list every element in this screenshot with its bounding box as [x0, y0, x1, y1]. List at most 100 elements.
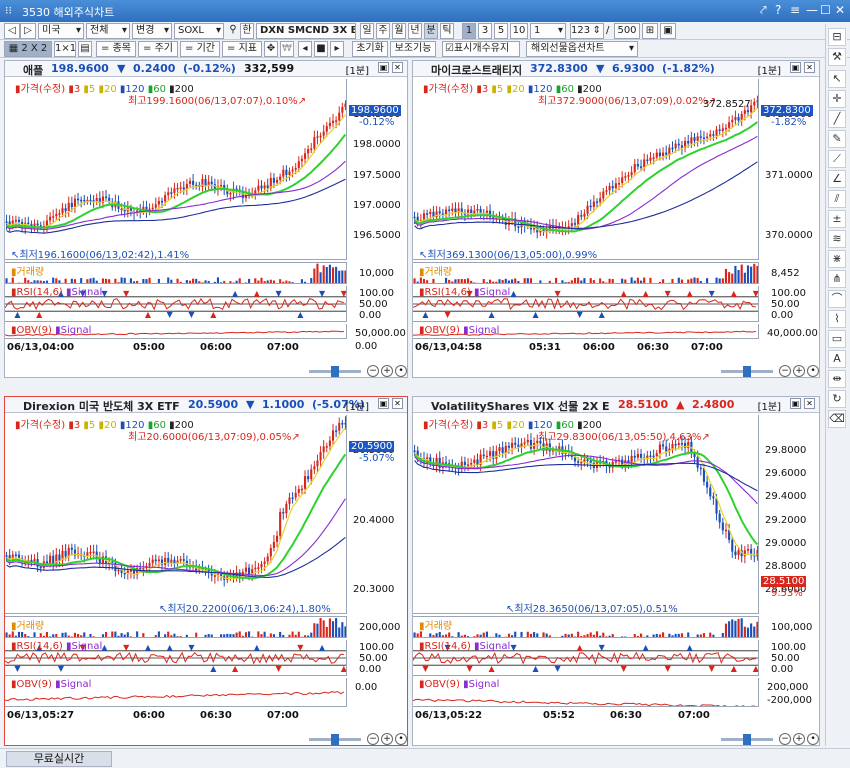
menu-indicator-button[interactable]: = 지표 — [222, 41, 262, 57]
zoom-in-icon[interactable]: + — [793, 733, 805, 745]
count-input[interactable]: 123 ⇕ — [570, 23, 604, 39]
assist-button[interactable]: 보조기능 — [390, 41, 436, 57]
crosshair-icon[interactable]: ✛ — [828, 90, 846, 108]
chart-panel[interactable]: 마이크로스트래티지 372.8300 ▼ 6.9300 (-1.82%) [1분… — [412, 60, 820, 378]
hline-icon[interactable]: ± — [828, 210, 846, 228]
zoom-in-icon[interactable]: + — [793, 365, 805, 377]
zoom-out-icon[interactable]: − — [367, 733, 379, 745]
zoom-in-icon[interactable]: + — [381, 365, 393, 377]
hangul-button[interactable]: 한 — [240, 23, 254, 39]
interval-5-button[interactable]: 5 — [494, 23, 508, 39]
price-chart[interactable] — [5, 415, 347, 614]
futures-chart-select[interactable]: 해외선물옵션차트 ▾ — [526, 41, 638, 57]
zoom-in-icon[interactable]: + — [381, 733, 393, 745]
arrange-icon[interactable]: ▤ — [78, 41, 92, 57]
period-monthly-button[interactable]: 월 — [392, 23, 406, 39]
angle-icon[interactable]: ∠ — [828, 170, 846, 188]
interval-select[interactable]: 1 ▾ — [530, 23, 566, 39]
scroll-left-button[interactable]: ◂ — [298, 41, 312, 57]
filter-select[interactable]: 전체 ▾ — [86, 23, 130, 39]
cycle-icon[interactable]: ⌇ — [828, 310, 846, 328]
fibo-icon[interactable]: ≋ — [828, 230, 846, 248]
volume-chart[interactable] — [413, 616, 759, 638]
period-tick-button[interactable]: 틱 — [440, 23, 454, 39]
period-minute-button[interactable]: 분 — [424, 23, 438, 39]
volume-chart[interactable] — [5, 616, 347, 638]
rect-icon[interactable]: ▭ — [828, 330, 846, 348]
zoom-slider-thumb[interactable] — [743, 734, 751, 745]
market-select[interactable]: 미국 ▾ — [38, 23, 84, 39]
all-tools-icon[interactable]: ⊟ — [828, 28, 846, 46]
channel-icon[interactable]: ⫽ — [828, 190, 846, 208]
price-chart[interactable] — [5, 79, 347, 260]
link-icon[interactable]: ⤤ — [760, 3, 767, 18]
maximize-icon[interactable]: ☐ — [820, 3, 831, 17]
realtime-tab[interactable]: 무료실시간 — [6, 751, 112, 767]
zoom-reset-icon[interactable]: • — [395, 733, 407, 745]
change-select[interactable]: 변경 ▾ — [132, 23, 172, 39]
panel-close-icon[interactable]: ✕ — [392, 398, 403, 409]
pen-icon[interactable]: ✎ — [828, 130, 846, 148]
add-window-icon[interactable]: ⊞ — [642, 23, 658, 39]
volume-chart[interactable] — [413, 262, 759, 284]
text-icon[interactable]: A — [828, 350, 846, 368]
zoom-slider-thumb[interactable] — [331, 734, 339, 745]
layout-2x2-button[interactable]: ▦ 2 X 2 — [4, 41, 52, 57]
panel-maximize-icon[interactable]: ▣ — [378, 62, 389, 73]
gann-icon[interactable]: ⋇ — [828, 250, 846, 268]
period-weekly-button[interactable]: 주 — [376, 23, 390, 39]
panel-close-icon[interactable]: ✕ — [804, 398, 815, 409]
chart-panel[interactable]: Direxion 미국 반도체 3X ETF 20.5900 ▼ 1.1000 … — [4, 396, 408, 746]
zoom-out-icon[interactable]: − — [779, 733, 791, 745]
prev-symbol-button[interactable]: ◁ — [4, 23, 20, 39]
search-icon[interactable]: ⚲ — [226, 23, 240, 39]
menu-icon[interactable]: ≡ — [790, 3, 800, 17]
zoom-slider-thumb[interactable] — [331, 366, 339, 377]
tool-menu-icon[interactable]: ⚒ — [828, 48, 846, 66]
measure-icon[interactable]: ⇹ — [828, 370, 846, 388]
panel-maximize-icon[interactable]: ▣ — [378, 398, 389, 409]
close-icon[interactable]: ✕ — [835, 3, 845, 17]
panel-close-icon[interactable]: ✕ — [392, 62, 403, 73]
panel-maximize-icon[interactable]: ▣ — [790, 398, 801, 409]
zoom-reset-icon[interactable]: • — [807, 733, 819, 745]
stop-button[interactable]: ■ — [314, 41, 328, 57]
save-icon[interactable]: ▣ — [660, 23, 676, 39]
keep-count-checkbox[interactable]: ☑표시개수유지 — [442, 41, 520, 57]
help-icon[interactable]: ? — [775, 3, 781, 17]
reset-button[interactable]: 초기화 — [352, 41, 388, 57]
interval-10-button[interactable]: 10 — [510, 23, 528, 39]
trendline-icon[interactable]: ╱ — [828, 110, 846, 128]
minimize-icon[interactable]: — — [806, 3, 818, 17]
interval-1-button[interactable]: 1 — [462, 23, 476, 39]
menu-range-button[interactable]: = 기간 — [180, 41, 220, 57]
arc-icon[interactable]: ⌒ — [828, 290, 846, 308]
next-symbol-button[interactable]: ▷ — [20, 23, 36, 39]
won-icon[interactable]: ₩ — [280, 41, 294, 57]
pointer-icon[interactable]: ↖ — [828, 70, 846, 88]
fan-icon[interactable]: ⋔ — [828, 270, 846, 288]
zoom-out-icon[interactable]: − — [779, 365, 791, 377]
zoom-out-icon[interactable]: − — [367, 365, 379, 377]
chart-panel[interactable]: 애플 198.9600 ▼ 0.2400 (-0.12%) 332,599 [1… — [4, 60, 408, 378]
layout-1x1-button[interactable]: 1×1 — [54, 41, 76, 57]
menu-symbol-button[interactable]: = 종목 — [96, 41, 136, 57]
volume-chart[interactable] — [5, 262, 347, 284]
move-icon[interactable]: ✥ — [264, 41, 278, 57]
menu-period-button[interactable]: = 주기 — [138, 41, 178, 57]
period-yearly-button[interactable]: 년 — [408, 23, 422, 39]
scroll-right-button[interactable]: ▸ — [330, 41, 344, 57]
symbol-name-field[interactable]: DXN SMCND 3X BL — [256, 23, 356, 39]
ray-icon[interactable]: ⟋ — [828, 150, 846, 168]
interval-3-button[interactable]: 3 — [478, 23, 492, 39]
period-daily-button[interactable]: 일 — [360, 23, 374, 39]
chart-panel[interactable]: VolatilityShares VIX 선물 2X E 28.5100 ▲ 2… — [412, 396, 820, 746]
zoom-reset-icon[interactable]: • — [395, 365, 407, 377]
price-chart[interactable] — [413, 415, 759, 614]
symbol-input[interactable]: SOXL ▾ — [174, 23, 224, 39]
panel-close-icon[interactable]: ✕ — [804, 62, 815, 73]
max-count-field[interactable]: 500 — [614, 23, 640, 39]
panel-maximize-icon[interactable]: ▣ — [790, 62, 801, 73]
refresh-icon[interactable]: ↻ — [828, 390, 846, 408]
zoom-slider-thumb[interactable] — [743, 366, 751, 377]
